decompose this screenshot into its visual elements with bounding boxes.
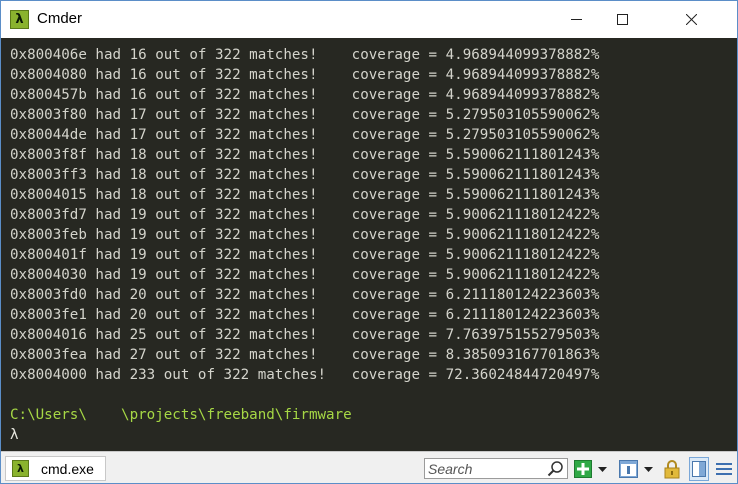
search-icon[interactable]	[547, 460, 564, 477]
add-console-button[interactable]	[573, 458, 593, 480]
lock-icon	[664, 459, 680, 478]
current-path: C:\Users\ \projects\freeband\firmware	[10, 407, 352, 423]
status-bar: λ cmd.exe	[1, 451, 737, 483]
terminal-line: 0x8003feb had 19 out of 322 matches! cov…	[10, 227, 600, 243]
tab-label: cmd.exe	[41, 461, 94, 477]
title-bar[interactable]: λ Cmder	[1, 1, 737, 38]
terminal-line: 0x800401f had 19 out of 322 matches! cov…	[10, 247, 600, 263]
terminal-line: 0x8004000 had 233 out of 322 matches! co…	[10, 367, 600, 383]
window-title: Cmder	[37, 10, 83, 27]
maximize-icon	[616, 14, 628, 25]
prompt-symbol: λ	[10, 427, 19, 443]
terminal-line: 0x8004016 had 25 out of 322 matches! cov…	[10, 327, 600, 343]
close-button[interactable]	[645, 1, 737, 38]
cmder-lambda-icon[interactable]: λ	[10, 10, 29, 29]
terminal-line: 0x8004030 had 19 out of 322 matches! cov…	[10, 267, 600, 283]
search-input[interactable]	[428, 460, 543, 477]
terminal-output[interactable]: 0x800406e had 16 out of 322 matches! cov…	[1, 38, 737, 451]
menu-button[interactable]	[713, 458, 735, 480]
chevron-down-icon	[643, 466, 653, 472]
terminal-line: 0x80044de had 17 out of 322 matches! cov…	[10, 127, 600, 143]
terminal-line: 0x8004080 had 16 out of 322 matches! cov…	[10, 67, 600, 83]
console-icon	[618, 460, 638, 478]
terminal-line: 0x8004015 had 18 out of 322 matches! cov…	[10, 187, 600, 203]
console-button[interactable]	[617, 458, 639, 480]
terminal-line: 0x8003fd0 had 20 out of 322 matches! cov…	[10, 287, 600, 303]
terminal-line: 0x800457b had 16 out of 322 matches! cov…	[10, 87, 600, 103]
terminal-line: 0x8003fe1 had 20 out of 322 matches! cov…	[10, 307, 600, 323]
search-box[interactable]	[424, 458, 568, 479]
add-console-dropdown[interactable]	[595, 458, 609, 480]
terminal-line: 0x8003ff3 had 18 out of 322 matches! cov…	[10, 167, 600, 183]
tab-cmd-exe[interactable]: λ cmd.exe	[5, 456, 106, 481]
minimize-button[interactable]	[553, 1, 599, 38]
console-dropdown[interactable]	[641, 458, 655, 480]
terminal-line: 0x8003fea had 27 out of 322 matches! cov…	[10, 347, 600, 363]
terminal-line: 0x8003f80 had 17 out of 322 matches! cov…	[10, 107, 600, 123]
cmder-lambda-icon: λ	[12, 460, 29, 477]
terminal-line: 0x8003f8f had 18 out of 322 matches! cov…	[10, 147, 600, 163]
cmder-window: λ Cmder 0x800406e had 16 out of 322 matc…	[0, 0, 738, 484]
split-view-icon	[692, 461, 706, 477]
terminal-line: 0x8003fd7 had 19 out of 322 matches! cov…	[10, 207, 600, 223]
maximize-button[interactable]	[599, 1, 645, 38]
lock-button[interactable]	[661, 458, 683, 480]
menu-icon	[716, 463, 732, 475]
close-icon	[685, 14, 697, 25]
chevron-down-icon	[597, 466, 607, 472]
split-view-button[interactable]	[689, 457, 709, 481]
minimize-icon	[570, 19, 582, 20]
terminal-line: 0x800406e had 16 out of 322 matches! cov…	[10, 47, 600, 63]
add-console-icon	[574, 460, 592, 478]
